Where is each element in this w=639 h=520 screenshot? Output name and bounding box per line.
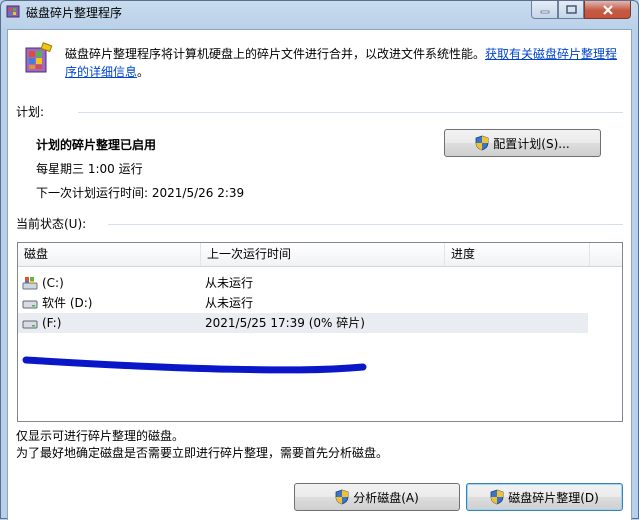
configure-schedule-button[interactable]: 配置计划(S)...: [444, 129, 601, 157]
current-status-label: 当前状态(U):: [16, 217, 87, 231]
system-drive-icon: [22, 277, 38, 290]
title-bar[interactable]: 磁盘碎片整理程序: [1, 1, 638, 23]
disk-last-run: 从未运行: [205, 296, 254, 310]
column-header-last-run[interactable]: 上一次运行时间: [201, 243, 445, 266]
disk-row-f[interactable]: (F:) 2021/5/25 17:39 (0% 碎片): [18, 313, 588, 333]
defrag-app-icon: [25, 42, 53, 73]
minimize-button[interactable]: [531, 1, 558, 19]
analyze-disk-button[interactable]: 分析磁盘(A): [294, 483, 460, 511]
defrag-window: 磁盘碎片整理程序 磁盘碎片整理程序将计算机硬盘上的碎片文件进行合并，以改进文件系…: [0, 0, 639, 520]
maximize-icon: [565, 5, 577, 14]
client-area: 磁盘碎片整理程序将计算机硬盘上的碎片文件进行合并，以改进文件系统性能。获取有关磁…: [7, 29, 632, 520]
schedule-section-label: 计划:: [16, 105, 45, 119]
filter-note: 仅显示可进行碎片整理的磁盘。: [16, 429, 185, 443]
uac-shield-icon: [475, 135, 489, 151]
maximize-button[interactable]: [558, 1, 584, 19]
schedule-divider: [78, 112, 623, 113]
disk-name: 软件 (D:): [42, 296, 93, 310]
intro-text: 磁盘碎片整理程序将计算机硬盘上的碎片文件进行合并，以改进文件系统性能。获取有关磁…: [65, 47, 618, 79]
disk-list-header: 磁盘 上一次运行时间 进度: [18, 243, 622, 267]
schedule-status: 计划的碎片整理已启用: [36, 138, 157, 152]
disk-row-c[interactable]: (C:) 从未运行: [18, 273, 588, 293]
defrag-app-icon: [6, 5, 20, 18]
disk-list[interactable]: 磁盘 上一次运行时间 进度 (C:) 从未运行 软件 (D:) 从未运行 (F:…: [17, 242, 623, 422]
column-header-progress[interactable]: 进度: [445, 243, 590, 266]
disk-row-d[interactable]: 软件 (D:) 从未运行: [18, 293, 588, 313]
status-divider: [108, 224, 623, 225]
uac-shield-icon: [490, 489, 504, 505]
window-title: 磁盘碎片整理程序: [26, 6, 123, 20]
uac-shield-icon: [335, 489, 349, 505]
minimize-icon: [540, 10, 549, 13]
schedule-frequency: 每星期三 1:00 运行: [36, 162, 143, 176]
schedule-next-run: 下一次计划运行时间: 2021/5/26 2:39: [36, 186, 245, 200]
analyze-hint: 为了最好地确定磁盘是否需要立即进行碎片整理，需要首先分析磁盘。: [16, 446, 389, 460]
defragment-disk-button[interactable]: 磁盘碎片整理(D): [466, 483, 623, 511]
drive-icon: [22, 320, 38, 329]
disk-last-run: 2021/5/25 17:39 (0% 碎片): [205, 316, 365, 330]
close-icon: [602, 4, 613, 15]
disk-name: (C:): [42, 276, 64, 290]
close-button[interactable]: [584, 1, 631, 19]
disk-last-run: 从未运行: [205, 276, 254, 290]
disk-name: (F:): [42, 316, 62, 330]
drive-icon: [22, 300, 38, 309]
column-header-disk[interactable]: 磁盘: [18, 243, 201, 266]
